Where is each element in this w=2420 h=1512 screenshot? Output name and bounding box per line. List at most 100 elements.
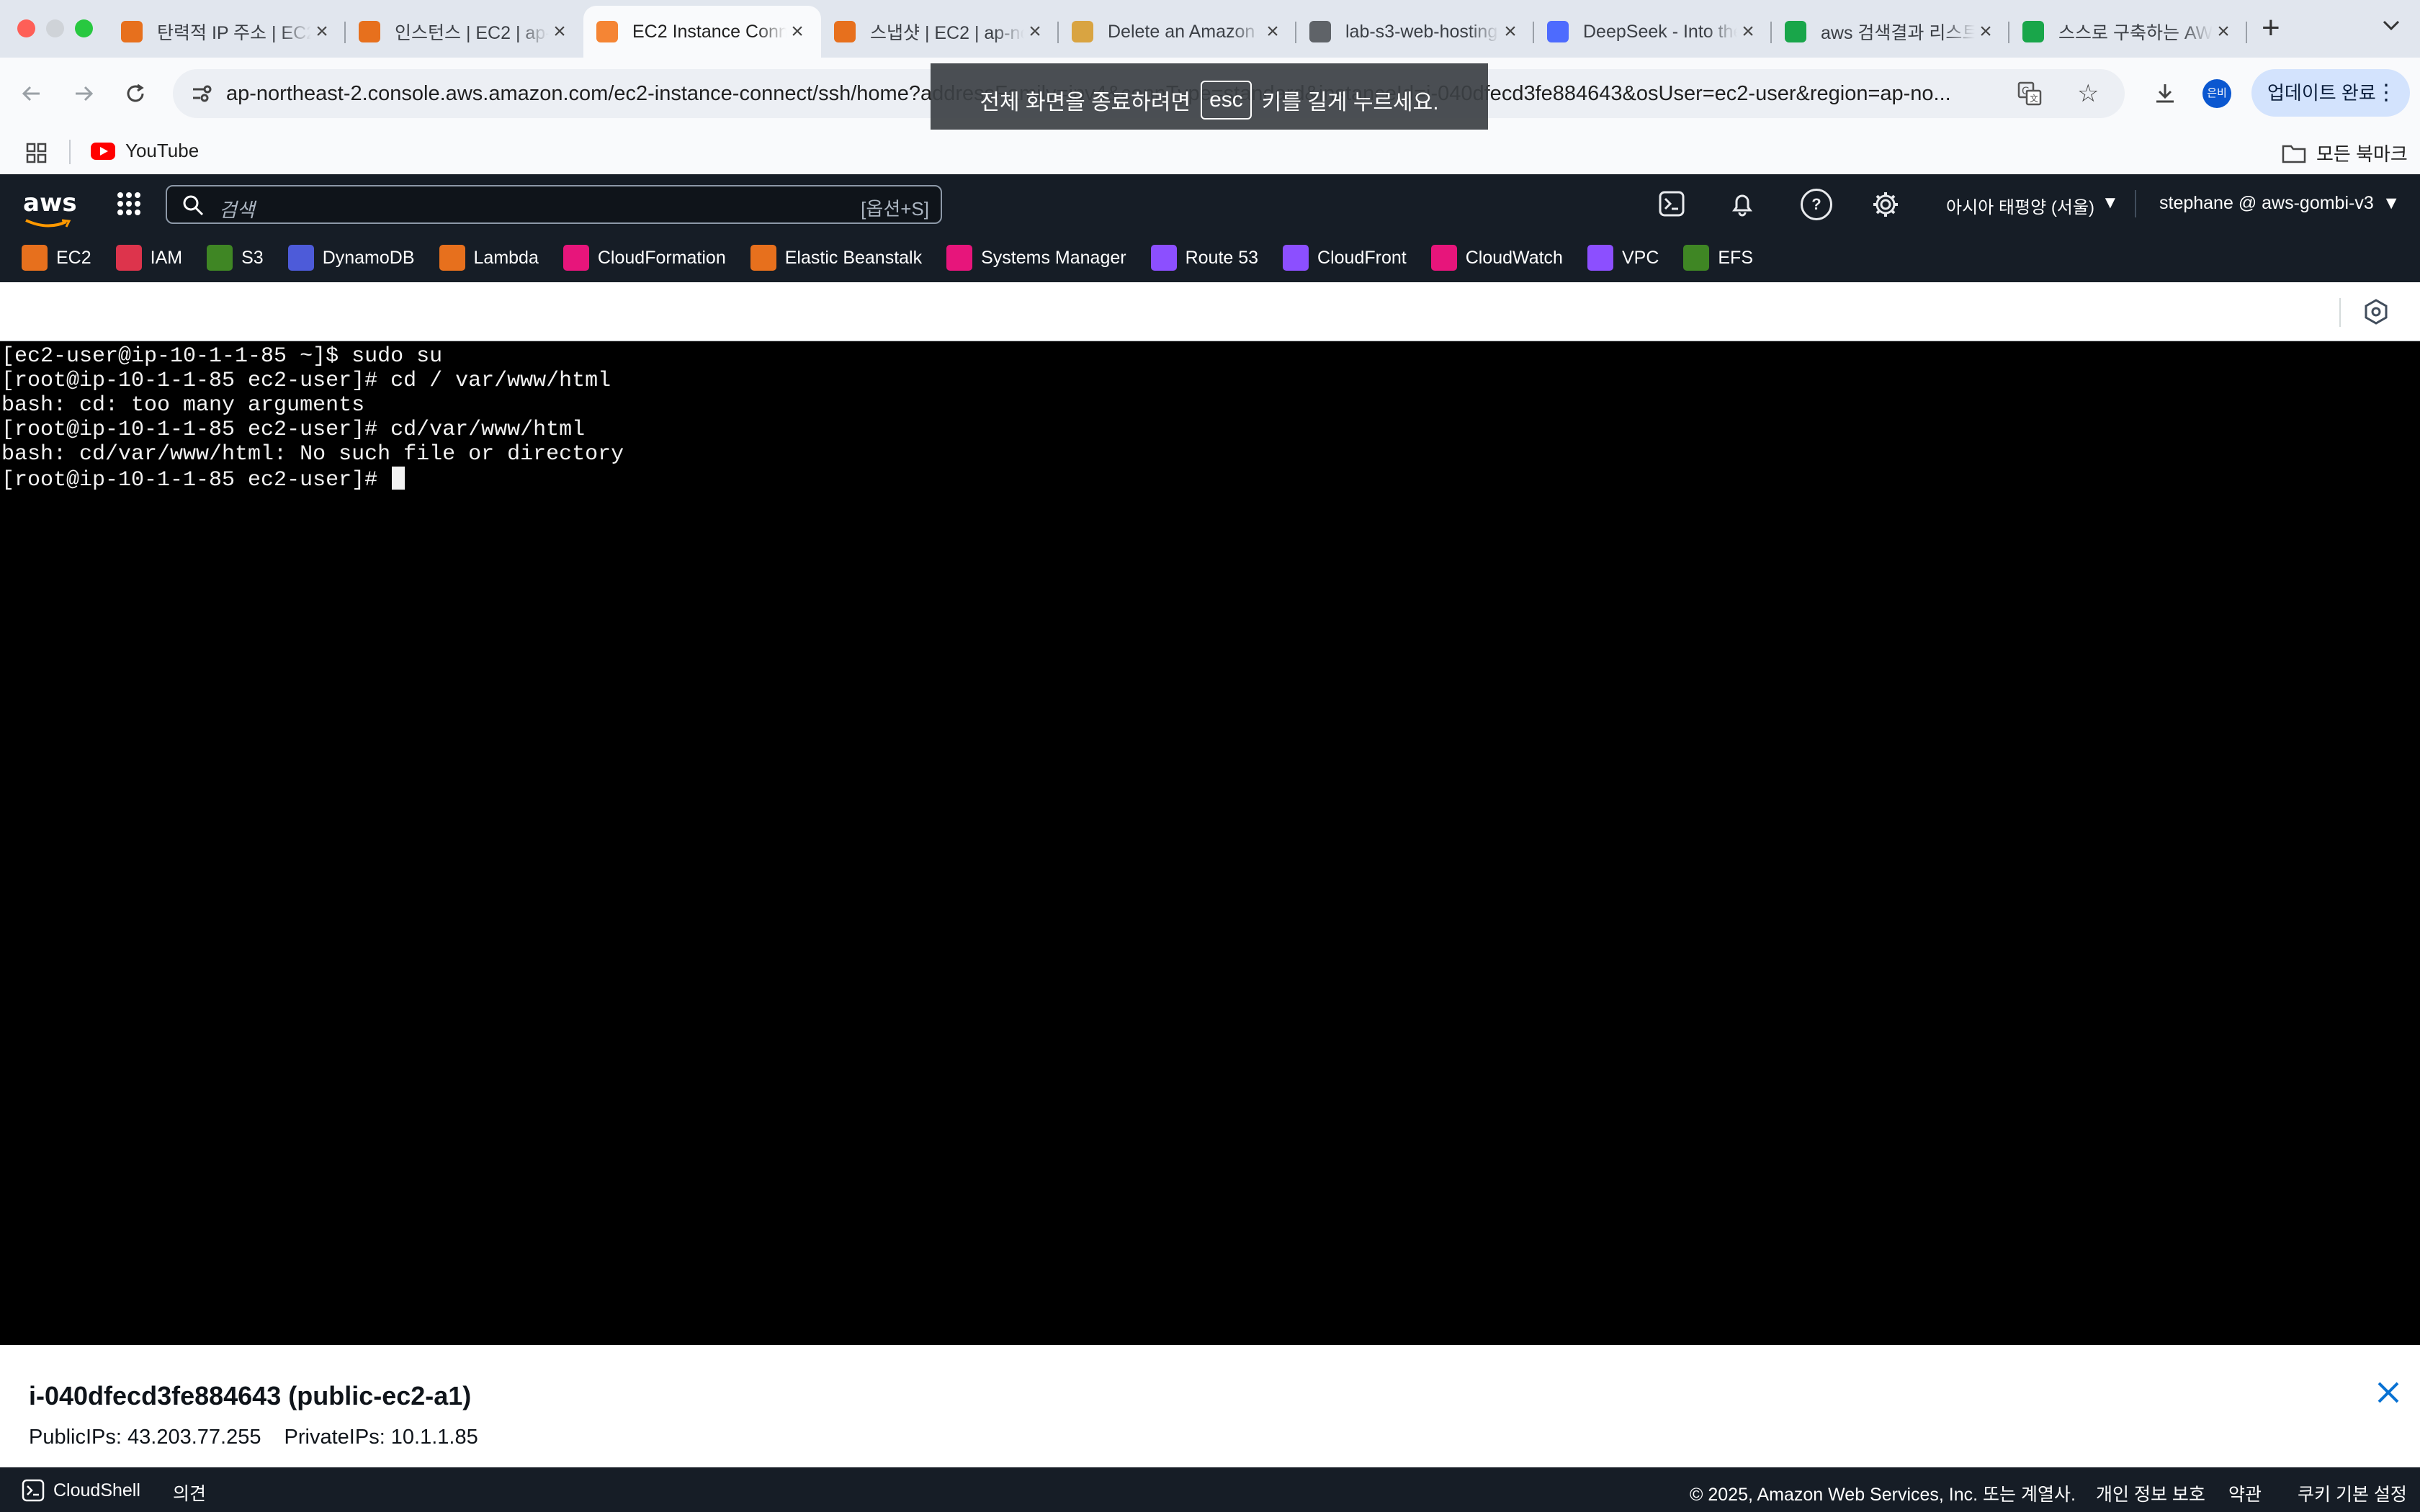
close-tab-icon[interactable]: × — [311, 19, 333, 44]
toast-text-after: 키를 길게 누르세요. — [1261, 91, 1439, 114]
close-tab-icon[interactable]: × — [1975, 19, 1996, 44]
close-tab-icon[interactable]: × — [1737, 19, 1759, 44]
cloudshell-label: CloudShell — [53, 1480, 140, 1500]
cookie-preferences-link[interactable]: 쿠키 기본 설정 — [2298, 1480, 2407, 1506]
ssh-terminal[interactable]: [ec2-user@ip-10-1-1-85 ~]$ sudo su [root… — [0, 341, 2420, 1345]
close-tab-icon[interactable]: × — [1262, 19, 1283, 44]
instance-connect-toolbar — [0, 282, 2420, 341]
close-tab-icon[interactable]: × — [786, 19, 808, 44]
favorite-service-label: CloudWatch — [1465, 247, 1563, 268]
private-ips: PrivateIPs: 10.1.1.85 — [284, 1426, 478, 1449]
new-tab-button[interactable]: + — [2262, 10, 2280, 46]
back-arrow-icon[interactable] — [14, 76, 49, 111]
toolbar-divider — [2339, 298, 2341, 327]
favorite-service-label: CloudFormation — [597, 247, 726, 268]
vpc-icon — [1587, 245, 1613, 271]
apps-grid-icon[interactable] — [26, 143, 48, 169]
package-icon — [1072, 21, 1093, 42]
browser-tab[interactable]: Delete an Amazon S3× — [1059, 6, 1296, 58]
account-menu[interactable]: stephane @ aws-gombi-v3 ▼ — [2159, 193, 2401, 214]
favorite-service-label: IAM — [150, 247, 183, 268]
youtube-icon — [91, 142, 115, 160]
feedback-link[interactable]: 의견 — [173, 1480, 206, 1506]
cloudshell-icon[interactable] — [1658, 190, 1685, 221]
favorite-service-iam[interactable]: IAM — [115, 245, 183, 271]
bookmark-star-icon[interactable]: ☆ — [2077, 79, 2099, 108]
close-tab-icon[interactable]: × — [2213, 19, 2234, 44]
close-tab-icon[interactable]: × — [549, 19, 570, 44]
aws-logo[interactable]: aws — [23, 189, 77, 228]
instance-title: i-040dfecd3fe884643 (public-ec2-a1) — [29, 1381, 472, 1410]
close-tab-icon[interactable]: × — [1500, 19, 1521, 44]
favorite-service-efs[interactable]: EFS — [1683, 245, 1753, 271]
favorite-service-label: EFS — [1718, 247, 1753, 268]
favorite-service-label: Systems Manager — [981, 247, 1126, 268]
favorite-service-route-53[interactable]: Route 53 — [1150, 245, 1258, 271]
settings-gear-icon[interactable] — [1871, 190, 1900, 222]
minimize-window-button[interactable] — [46, 19, 64, 37]
favorite-service-label: Lambda — [473, 247, 539, 268]
favorite-service-vpc[interactable]: VPC — [1587, 245, 1659, 271]
aws-ec2-icon — [121, 21, 143, 42]
favorite-service-systems-manager[interactable]: Systems Manager — [946, 245, 1126, 271]
favorite-service-ec2[interactable]: EC2 — [22, 245, 91, 271]
browser-tab[interactable]: EC2 Instance Connect× — [583, 6, 821, 58]
browser-tab[interactable]: 탄력적 IP 주소 | EC2 | ap× — [108, 6, 346, 58]
caret-down-icon: ▼ — [2101, 193, 2119, 212]
bookmark-youtube[interactable]: YouTube — [91, 140, 199, 162]
settings-hexagon-icon[interactable] — [2362, 298, 2390, 329]
aws-console-footer: CloudShell 의견 © 2025, Amazon Web Service… — [0, 1467, 2420, 1512]
reload-icon[interactable] — [118, 76, 153, 111]
account-label: stephane @ aws-gombi-v3 — [2159, 193, 2374, 213]
profile-avatar[interactable]: 은비 — [2202, 79, 2231, 108]
browser-tab[interactable]: 스냅샷 | EC2 | ap-northea× — [821, 6, 1059, 58]
browser-tab[interactable]: 스스로 구축하는 AWS × — [2009, 6, 2247, 58]
favorite-service-cloudwatch[interactable]: CloudWatch — [1430, 245, 1563, 271]
tab-title: 스스로 구축하는 AWS — [2058, 23, 2213, 43]
aws-search-input[interactable]: 검색 [옵션+S] — [166, 185, 942, 224]
forward-arrow-icon[interactable] — [66, 76, 101, 111]
browser-tab[interactable]: DeepSeek - Into the × — [1534, 6, 1772, 58]
terminal-line: [root@ip-10-1-1-85 ec2-user]# cd / var/w… — [1, 369, 611, 393]
search-shortcut: [옵션+S] — [861, 198, 929, 220]
close-tab-icon[interactable]: × — [1024, 19, 1046, 44]
region-selector[interactable]: 아시아 태평양 (서울) ▼ — [1946, 193, 2119, 218]
browser-tab[interactable]: 인스턴스 | EC2 | ap-north× — [346, 6, 583, 58]
cloudshell-footer-button[interactable]: CloudShell — [22, 1479, 140, 1502]
tab-search-chevron-icon[interactable] — [2374, 14, 2408, 43]
header-divider — [2135, 190, 2136, 217]
favorite-service-cloudformation[interactable]: CloudFormation — [563, 245, 726, 271]
favorite-service-elastic-beanstalk[interactable]: Elastic Beanstalk — [750, 245, 922, 271]
browser-tab[interactable]: aws 검색결과 리스트 × — [1772, 6, 2009, 58]
downloads-icon[interactable] — [2148, 76, 2182, 111]
site-info-icon[interactable] — [190, 82, 213, 109]
close-window-button[interactable] — [17, 19, 35, 37]
zoom-window-button[interactable] — [75, 19, 93, 37]
favorite-service-label: Elastic Beanstalk — [784, 247, 923, 268]
notifications-bell-icon[interactable] — [1729, 190, 1756, 221]
terminal-cursor — [392, 467, 405, 490]
tab-title: 탄력적 IP 주소 | EC2 | ap — [157, 23, 311, 43]
translate-icon[interactable]: G文 — [2017, 81, 2043, 112]
terminal-line: bash: cd: too many arguments — [1, 393, 365, 418]
services-grid-icon[interactable] — [117, 192, 141, 220]
s3-icon — [207, 245, 233, 271]
cloudwatch-icon — [1430, 245, 1457, 271]
toast-text-before: 전체 화면을 종료하려면 — [980, 91, 1191, 114]
all-bookmarks-button[interactable]: 모든 북마크 — [2282, 140, 2408, 166]
favorite-service-cloudfront[interactable]: CloudFront — [1283, 245, 1407, 271]
tab-title: 인스턴스 | EC2 | ap-north — [395, 23, 549, 43]
help-icon[interactable]: ? — [1801, 189, 1832, 220]
systems-manager-icon — [946, 245, 973, 271]
privacy-link[interactable]: 개인 정보 보호 — [2096, 1480, 2205, 1506]
close-icon[interactable] — [2374, 1374, 2403, 1413]
browser-tab[interactable]: lab-s3-web-hosting × — [1296, 6, 1534, 58]
terms-link[interactable]: 약관 — [2228, 1480, 2262, 1506]
efs-icon — [1683, 245, 1710, 271]
update-button[interactable]: 업데이트 완료 ⋮ — [2251, 69, 2410, 117]
fullscreen-exit-toast: 전체 화면을 종료하려면 esc 키를 길게 누르세요. — [931, 63, 1488, 137]
favorite-service-s3[interactable]: S3 — [207, 245, 264, 271]
favorite-service-lambda[interactable]: Lambda — [439, 245, 539, 271]
aws-console-header: aws 검색 [옵션+S] ? 아시아 태평양 (서울) ▼ stephane … — [0, 174, 2420, 233]
favorite-service-dynamodb[interactable]: DynamoDB — [287, 245, 415, 271]
